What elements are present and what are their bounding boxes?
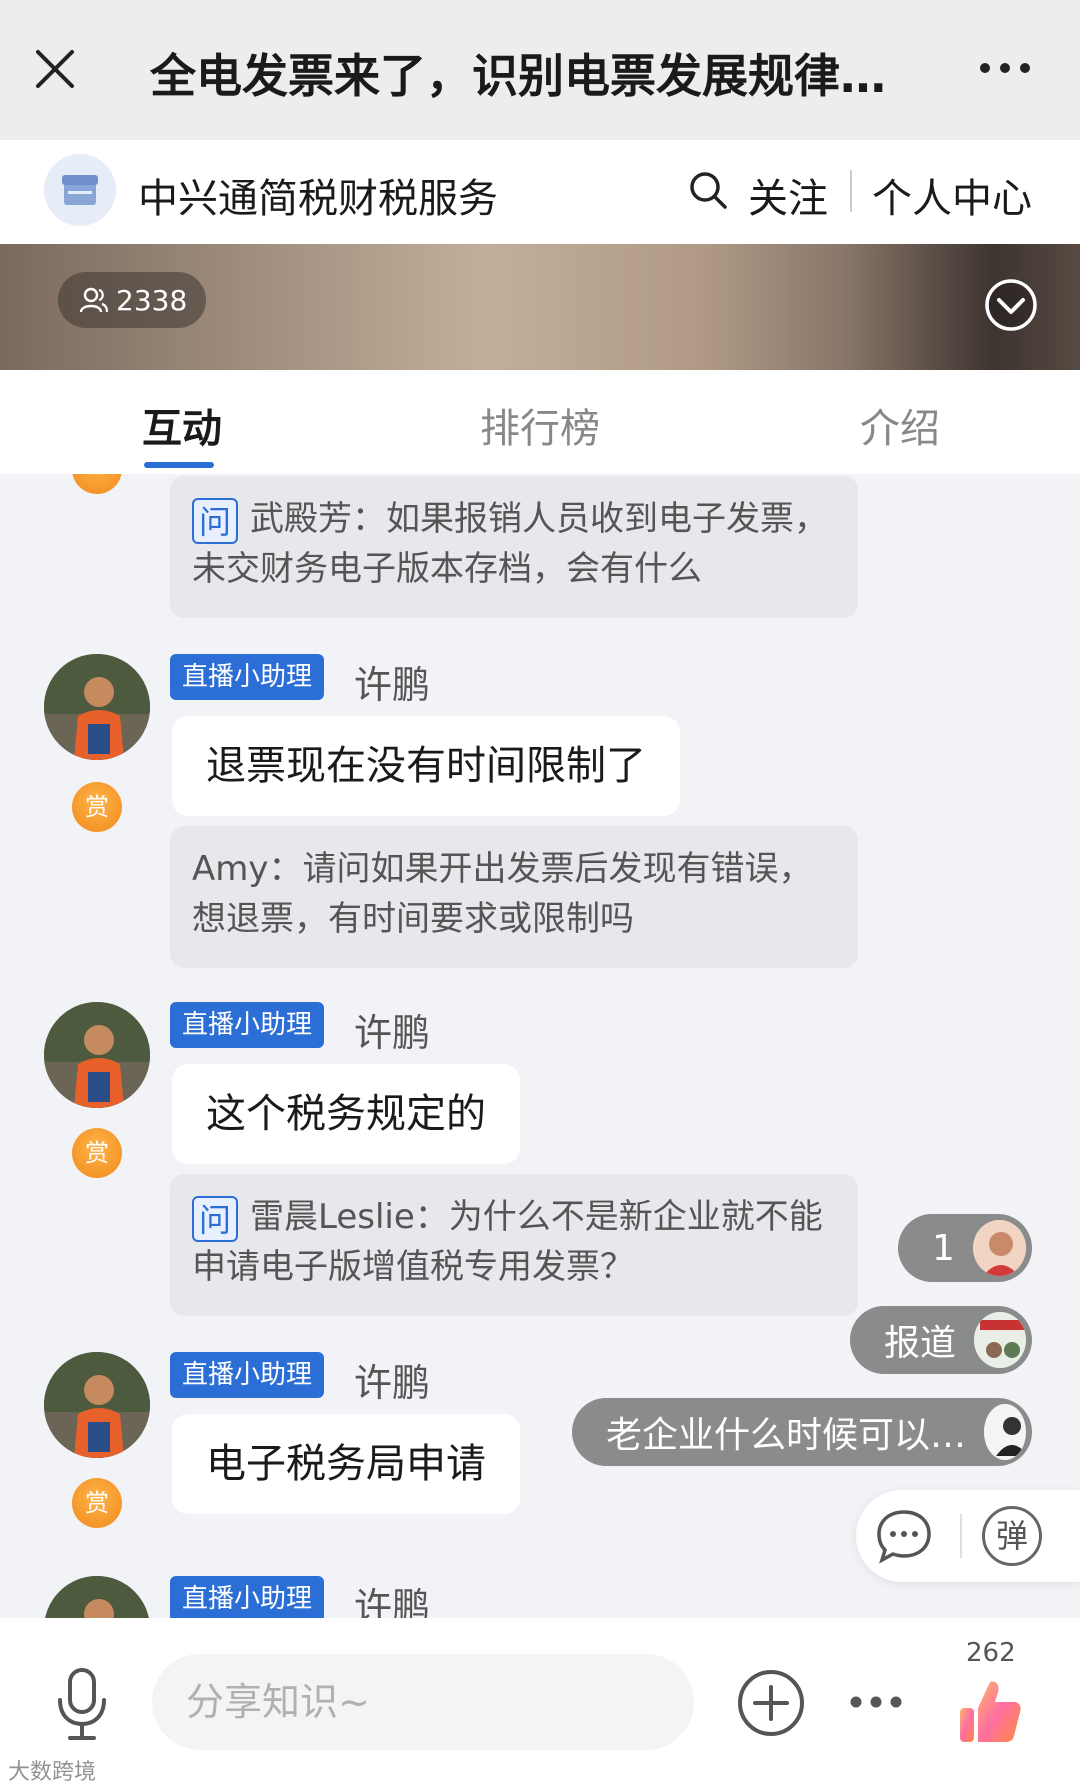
microphone-icon[interactable] (54, 1666, 110, 1742)
avatar-image (44, 654, 150, 760)
avatar (972, 1220, 1026, 1276)
like-count: 262 (966, 1638, 1016, 1668)
question-quote: 问武殿芳：如果报销人员收到电子发票，未交财务电子版本存档，会有什么 (170, 476, 858, 618)
reward-icon[interactable]: 赏 (72, 782, 122, 832)
avatar[interactable] (44, 1576, 150, 1618)
avatar[interactable] (44, 654, 150, 760)
role-tag: 直播小助理 (170, 1576, 325, 1618)
more-icon[interactable] (848, 1692, 904, 1712)
close-icon[interactable] (34, 48, 76, 90)
page-title: 全电发票来了，识别电票发展规律… (150, 49, 886, 103)
divider (850, 170, 852, 212)
danmu-text: 报道 (884, 1323, 957, 1364)
avatar-image (44, 1352, 150, 1458)
thumbs-up-icon[interactable] (956, 1676, 1022, 1746)
tab-intro[interactable]: 介绍 (860, 396, 940, 454)
avatar[interactable] (44, 1352, 150, 1458)
comment-icon[interactable] (874, 1506, 934, 1566)
chat-toolbox: 弹 (856, 1490, 1080, 1582)
danmu-pill[interactable]: 1 (898, 1214, 1032, 1282)
avatar (974, 1312, 1026, 1368)
channel-bar: 中兴通简税财税服务 关注 个人中心 (0, 140, 1080, 244)
viewer-count-badge: 2338 (58, 272, 206, 328)
reward-icon[interactable]: 赏 (72, 1128, 122, 1178)
author-name: 许鹏 (354, 663, 431, 707)
question-quote: 问雷晨Leslie：为什么不是新企业就不能申请电子版增值税专用发票？ (170, 1174, 858, 1316)
active-tab-indicator (144, 462, 214, 468)
more-icon[interactable] (978, 58, 1032, 78)
follow-button[interactable]: 关注 (748, 166, 828, 224)
role-tag: 直播小助理 (170, 1352, 325, 1398)
people-icon (80, 287, 108, 313)
question-quote: Amy：请问如果开出发票后发现有错误，想退票，有时间要求或限制吗 (170, 826, 858, 968)
top-bar: 全电发票来了，识别电票发展规律… (0, 0, 1080, 140)
reward-icon[interactable] (72, 474, 122, 494)
question-text: 武殿芳：如果报销人员收到电子发票，未交财务电子版本存档，会有什么 (192, 499, 828, 589)
reward-icon[interactable]: 赏 (72, 1478, 122, 1528)
author-name: 许鹏 (354, 1361, 431, 1405)
channel-name[interactable]: 中兴通简税财税服务 (138, 166, 498, 224)
bottom-bar: 分享知识~ 262 (0, 1618, 1080, 1790)
avatar (984, 1404, 1026, 1460)
store-icon (62, 175, 98, 205)
question-tag: 问 (192, 1195, 238, 1242)
danmu-pill[interactable]: 老企业什么时候可以… (572, 1398, 1032, 1466)
search-icon[interactable] (688, 170, 728, 210)
tab-bar: 互动 排行榜 介绍 (0, 370, 1080, 474)
viewer-count: 2338 (116, 283, 188, 317)
personal-center-button[interactable]: 个人中心 (872, 166, 1032, 224)
reply-bubble: 这个税务规定的 (172, 1064, 520, 1164)
chevron-down-icon[interactable] (984, 278, 1038, 332)
tab-ranking[interactable]: 排行榜 (480, 396, 600, 454)
danmu-toggle-button[interactable]: 弹 (982, 1506, 1042, 1566)
role-tag: 直播小助理 (170, 1002, 325, 1048)
avatar-image (44, 1002, 150, 1108)
watermark: 大数跨境 (8, 1760, 97, 1785)
add-icon[interactable] (736, 1668, 806, 1738)
role-tag: 直播小助理 (170, 654, 325, 700)
avatar[interactable] (44, 1002, 150, 1108)
live-video[interactable]: 2338 (0, 244, 1080, 370)
danmu-text: 老企业什么时候可以… (606, 1415, 967, 1456)
comment-input[interactable]: 分享知识~ (152, 1654, 694, 1750)
tab-interaction[interactable]: 互动 (142, 396, 222, 454)
question-text: 雷晨Leslie：为什么不是新企业就不能申请电子版增值税专用发票？ (192, 1197, 823, 1287)
divider (960, 1514, 962, 1558)
avatar-image (44, 1576, 150, 1618)
danmu-pill[interactable]: 报道 (850, 1306, 1032, 1374)
author-name: 许鹏 (354, 1011, 431, 1055)
reply-bubble: 退票现在没有时间限制了 (172, 716, 680, 816)
channel-logo[interactable] (44, 154, 116, 226)
reply-bubble: 电子税务局申请 (172, 1414, 520, 1514)
question-tag: 问 (192, 497, 238, 544)
danmu-text: 1 (932, 1227, 955, 1269)
author-name: 许鹏 (354, 1585, 431, 1618)
